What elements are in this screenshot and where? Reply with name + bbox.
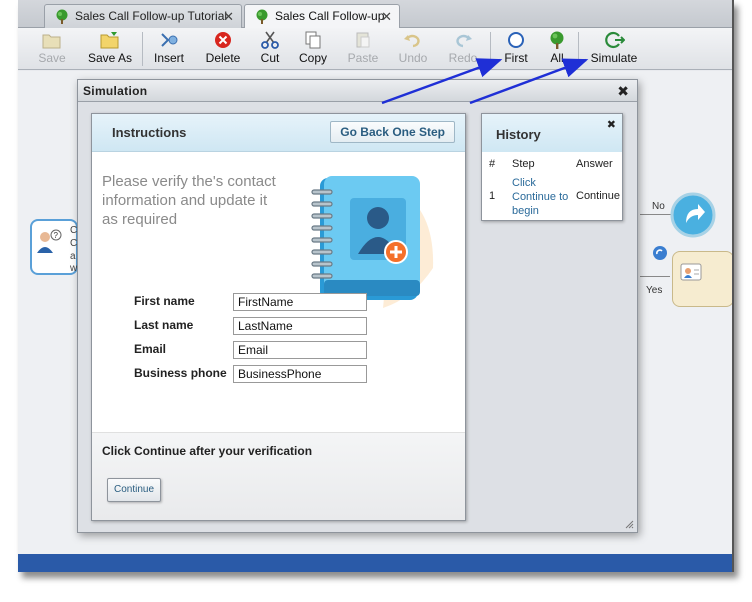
history-row-answer: Continue bbox=[576, 190, 621, 202]
business-phone-label: Business phone bbox=[134, 366, 227, 380]
undo-button[interactable]: Undo bbox=[394, 30, 432, 68]
save-as-button[interactable]: Save As bbox=[82, 30, 138, 68]
folder-save-icon bbox=[42, 34, 61, 49]
undo-icon bbox=[404, 34, 420, 48]
history-row-step-link[interactable]: Click Continue to begin bbox=[512, 176, 574, 218]
copy-button[interactable]: Copy bbox=[294, 30, 332, 68]
redo-button[interactable]: Redo bbox=[444, 30, 482, 68]
dialog-title: Simulation bbox=[83, 84, 148, 98]
history-title: History bbox=[496, 127, 541, 142]
resize-grip-icon[interactable] bbox=[624, 519, 634, 529]
close-icon[interactable]: ✕ bbox=[381, 5, 392, 28]
circle-icon bbox=[508, 32, 524, 48]
paste-icon bbox=[356, 32, 370, 48]
instructions-footer: Click Continue after your verification C… bbox=[92, 432, 465, 520]
insert-icon bbox=[161, 33, 178, 47]
scissors-icon bbox=[261, 31, 279, 49]
simulate-button[interactable]: Simulate bbox=[584, 30, 644, 68]
tab-sales-call-follow-up[interactable]: Sales Call Follow-up ✕ bbox=[244, 4, 400, 28]
cut-button[interactable]: Cut bbox=[254, 30, 286, 68]
close-icon[interactable]: ✕ bbox=[223, 5, 234, 28]
toolbar-separator bbox=[490, 32, 491, 66]
history-panel: History ✖ # Step Answer 1 Click Continue… bbox=[481, 113, 623, 221]
insert-button[interactable]: Insert bbox=[148, 30, 190, 68]
history-row-number: 1 bbox=[489, 190, 496, 202]
paste-button[interactable]: Paste bbox=[344, 30, 382, 68]
first-name-field[interactable] bbox=[233, 293, 367, 311]
redo-icon bbox=[456, 34, 472, 48]
close-icon[interactable]: ✖ bbox=[617, 82, 629, 100]
history-header: History ✖ bbox=[482, 114, 622, 152]
last-name-field[interactable] bbox=[233, 317, 367, 335]
close-icon[interactable]: ✖ bbox=[607, 118, 616, 131]
redirect-node-icon[interactable] bbox=[670, 191, 716, 239]
connector-line bbox=[640, 214, 672, 215]
all-button[interactable]: All bbox=[542, 30, 572, 68]
canvas-footer-bar bbox=[18, 554, 732, 572]
save-button[interactable]: Save bbox=[32, 30, 72, 68]
branch-label-yes: Yes bbox=[646, 285, 663, 296]
contact-card-icon bbox=[680, 263, 702, 281]
tab-sales-call-follow-up-tutorial[interactable]: Sales Call Follow-up Tutorial ✕ bbox=[44, 4, 242, 28]
folder-save-as-icon bbox=[100, 32, 119, 49]
dialog-title-bar[interactable]: Simulation bbox=[78, 80, 637, 102]
node-text: a bbox=[70, 251, 76, 262]
branch-label-no: No bbox=[652, 201, 665, 212]
tree-icon bbox=[56, 9, 68, 24]
instruction-text: Please verify the's contact information … bbox=[102, 173, 276, 228]
simulation-dialog: Simulation ✖ Instructions Go Back One St… bbox=[77, 79, 638, 533]
toolbar-separator bbox=[142, 32, 143, 66]
copy-icon bbox=[305, 31, 321, 49]
link-icon[interactable] bbox=[652, 245, 668, 261]
go-back-one-step-button[interactable]: Go Back One Step bbox=[330, 121, 455, 143]
history-col-answer: Answer bbox=[576, 158, 613, 170]
tree-icon bbox=[256, 9, 268, 24]
connector-line bbox=[640, 276, 670, 277]
business-phone-field[interactable] bbox=[233, 365, 367, 383]
last-name-label: Last name bbox=[134, 318, 194, 332]
history-col-number: # bbox=[489, 158, 496, 170]
email-label: Email bbox=[134, 342, 167, 356]
tab-label: Sales Call Follow-up Tutorial bbox=[75, 9, 228, 23]
email-field[interactable] bbox=[233, 341, 367, 359]
simulate-icon bbox=[605, 31, 625, 49]
continue-button[interactable]: Continue bbox=[107, 478, 161, 502]
toolbar-separator bbox=[578, 32, 579, 66]
delete-button[interactable]: Delete bbox=[200, 30, 246, 68]
instructions-panel: Instructions Go Back One Step Please ver… bbox=[91, 113, 466, 521]
delete-icon bbox=[215, 32, 231, 48]
toolbar: Save Save As Insert Delete Cut Copy Past… bbox=[18, 28, 732, 70]
tab-bar: Sales Call Follow-up Tutorial ✕ Sales Ca… bbox=[18, 0, 732, 28]
tree-icon bbox=[550, 31, 564, 49]
history-col-step: Step bbox=[512, 158, 535, 170]
instructions-title: Instructions bbox=[112, 125, 187, 140]
first-button[interactable]: First bbox=[498, 30, 534, 68]
flow-node-start[interactable]: ? C C a w bbox=[30, 219, 78, 275]
contact-question-icon: ? bbox=[37, 229, 62, 253]
instructions-header: Instructions Go Back One Step bbox=[92, 114, 465, 152]
tab-label: Sales Call Follow-up bbox=[275, 9, 385, 23]
first-name-label: First name bbox=[134, 294, 195, 308]
footer-instruction: Click Continue after your verification bbox=[102, 444, 313, 458]
svg-text:?: ? bbox=[54, 231, 59, 240]
flow-node-contact[interactable] bbox=[672, 251, 732, 307]
